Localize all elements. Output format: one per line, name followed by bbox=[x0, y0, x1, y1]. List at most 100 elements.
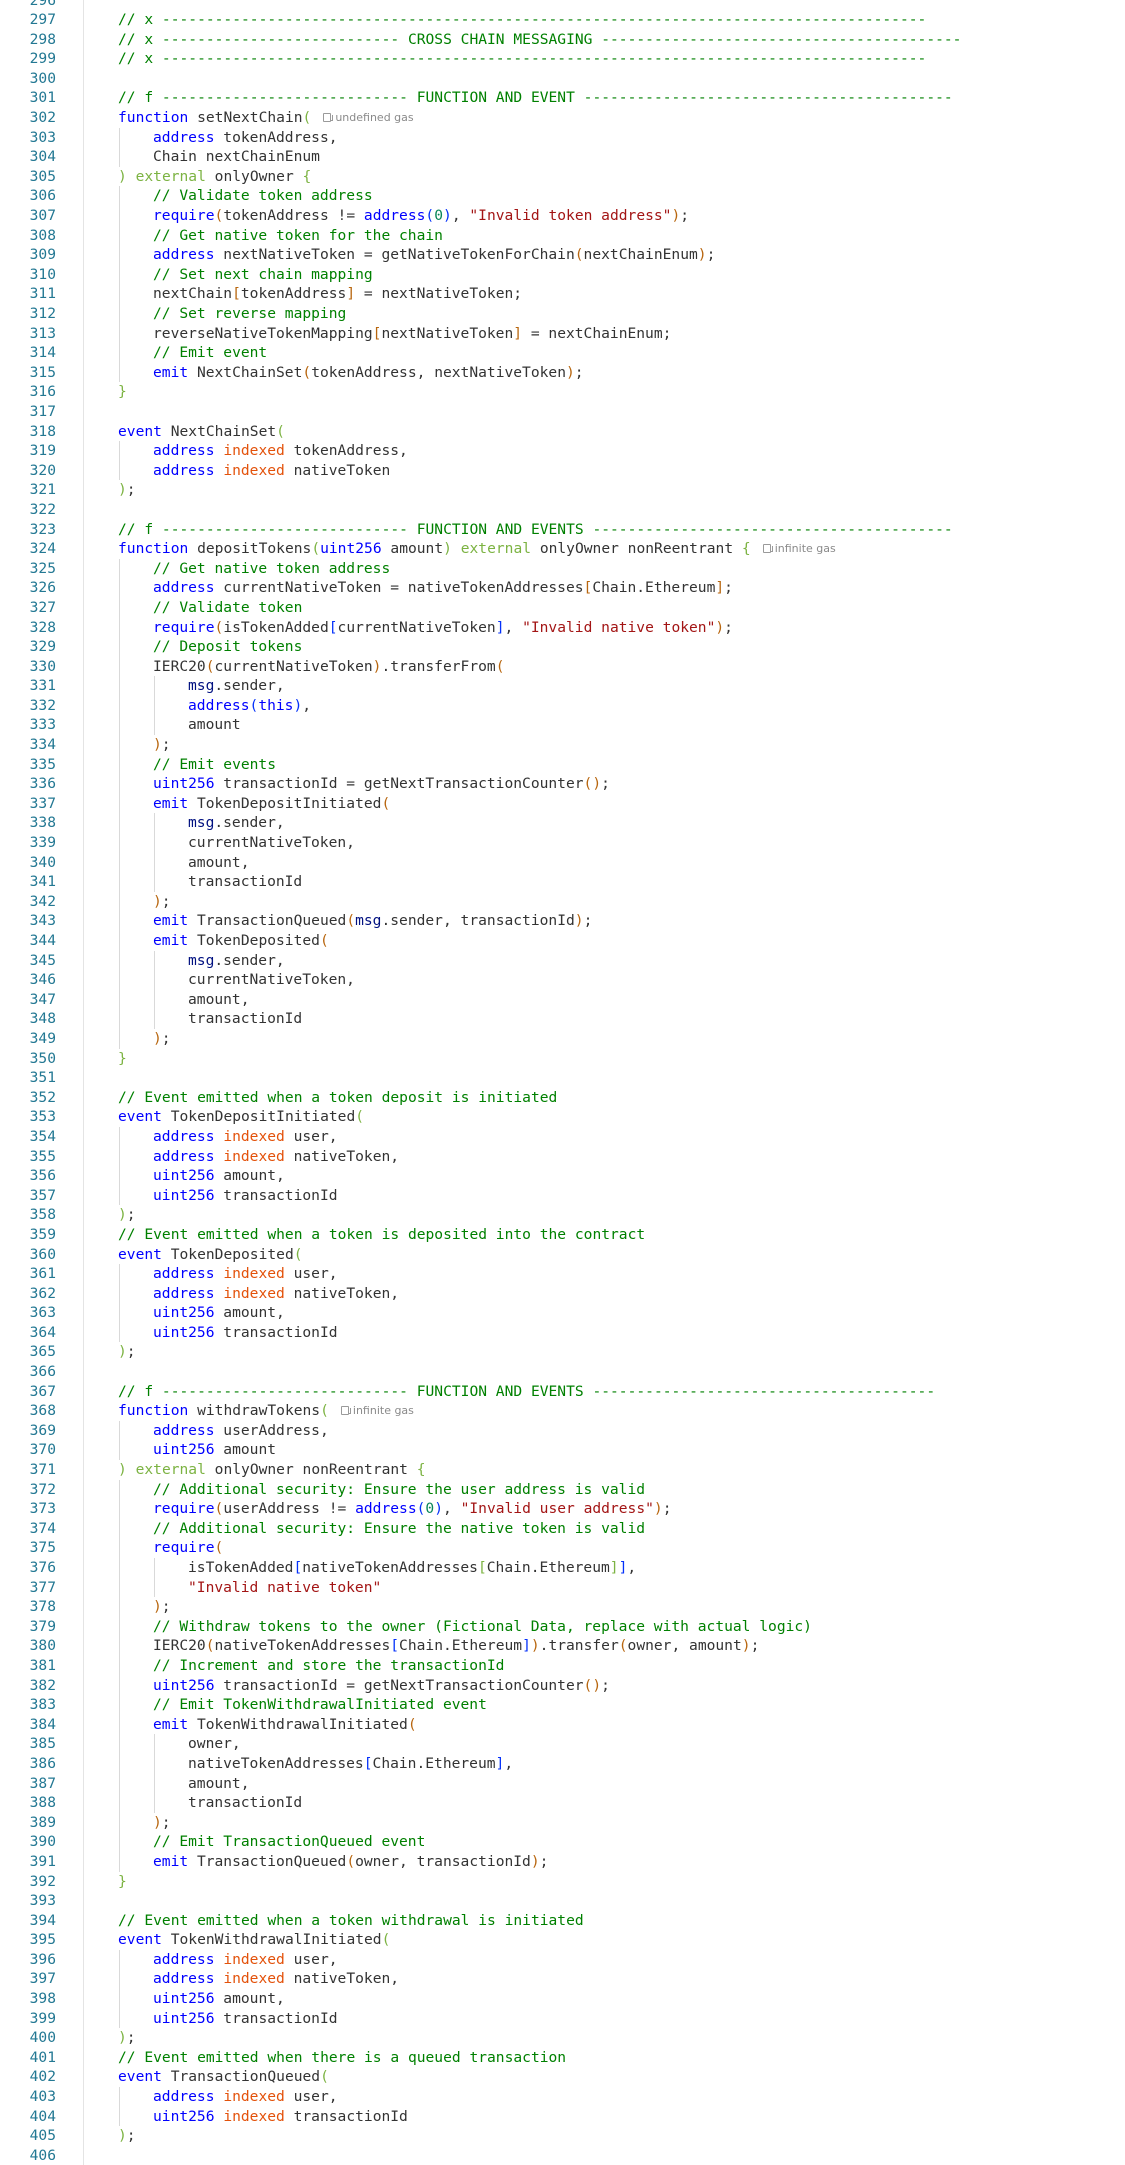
code-line[interactable]: 394 // Event emitted when a token withdra… bbox=[0, 1911, 1125, 1931]
code-line[interactable]: 302 function setNextChain(undefined gas bbox=[0, 108, 1125, 128]
code-line[interactable]: 298 // x --------------------------- CROS… bbox=[0, 30, 1125, 50]
code-line[interactable]: 316} bbox=[0, 382, 1125, 402]
code-line[interactable]: 335 // Emit events bbox=[0, 754, 1125, 775]
code-line[interactable]: 305) external onlyOwner { bbox=[0, 167, 1125, 187]
code-line[interactable]: 405); bbox=[0, 2126, 1125, 2146]
code-line[interactable]: 398 uint256 amount, bbox=[0, 1989, 1125, 2009]
code-line[interactable]: 357 uint256 transactionId bbox=[0, 1185, 1125, 1206]
code-line[interactable]: 366 bbox=[0, 1362, 1125, 1382]
code-line[interactable]: 322 bbox=[0, 500, 1125, 520]
code-line[interactable]: 397 address indexed nativeToken, bbox=[0, 1969, 1125, 1990]
code-line[interactable]: 374 // Additional security: Ensure the na… bbox=[0, 1518, 1125, 1539]
code-line[interactable]: 341 transactionId bbox=[0, 872, 1125, 892]
code-line[interactable]: 350} bbox=[0, 1049, 1125, 1069]
code-line[interactable]: 378); bbox=[0, 1597, 1125, 1617]
gas-estimate-hint[interactable]: infinite gas bbox=[340, 1401, 414, 1421]
code-line[interactable]: 309 address nextNativeToken = getNativeTo… bbox=[0, 245, 1125, 265]
code-line[interactable]: 333 amount bbox=[0, 715, 1125, 736]
code-line[interactable]: 371) external onlyOwner nonReentrant { bbox=[0, 1460, 1125, 1480]
code-line[interactable]: 317 bbox=[0, 402, 1125, 422]
code-line[interactable]: 354 address indexed user, bbox=[0, 1126, 1125, 1147]
code-line[interactable]: 360 event TokenDeposited( bbox=[0, 1245, 1125, 1265]
code-line[interactable]: 361 address indexed user, bbox=[0, 1264, 1125, 1284]
code-line[interactable]: 370 uint256 amount bbox=[0, 1440, 1125, 1461]
code-line[interactable]: 372 // Additional security: Ensure the us… bbox=[0, 1479, 1125, 1500]
code-line[interactable]: 339 currentNativeToken, bbox=[0, 833, 1125, 853]
code-line[interactable]: 307 require(tokenAddress != address(0), "… bbox=[0, 206, 1125, 226]
code-line[interactable]: 306 // Validate token address bbox=[0, 186, 1125, 207]
code-line[interactable]: 392} bbox=[0, 1872, 1125, 1892]
code-line[interactable]: 351 bbox=[0, 1068, 1125, 1088]
code-line[interactable]: 367 // f ---------------------------- FUN… bbox=[0, 1382, 1125, 1402]
code-line[interactable]: 300 bbox=[0, 69, 1125, 89]
code-line[interactable]: 321); bbox=[0, 480, 1125, 500]
code-line[interactable]: 389); bbox=[0, 1812, 1125, 1833]
code-line[interactable]: 347 amount, bbox=[0, 989, 1125, 1010]
code-line[interactable]: 296 bbox=[0, 0, 1125, 10]
code-line[interactable]: 343 emit TransactionQueued(msg.sender, tr… bbox=[0, 911, 1125, 931]
code-line[interactable]: 331 msg.sender, bbox=[0, 676, 1125, 696]
code-line[interactable]: 352 // Event emitted when a token deposit… bbox=[0, 1088, 1125, 1108]
code-line[interactable]: 334); bbox=[0, 735, 1125, 755]
code-line[interactable]: 379 // Withdraw tokens to the owner (Fict… bbox=[0, 1616, 1125, 1637]
code-line[interactable]: 382 uint256 transactionId = getNextTransa… bbox=[0, 1675, 1125, 1696]
code-line[interactable]: 340 amount, bbox=[0, 852, 1125, 873]
code-line[interactable]: 381 // Increment and store the transactio… bbox=[0, 1655, 1125, 1676]
code-line[interactable]: 346 currentNativeToken, bbox=[0, 970, 1125, 990]
gas-estimate-hint[interactable]: undefined gas bbox=[323, 108, 414, 128]
code-line[interactable]: 403 address indexed user, bbox=[0, 2087, 1125, 2107]
code-line[interactable]: 313 reverseNativeTokenMapping[nextNativeT… bbox=[0, 323, 1125, 344]
code-line[interactable]: 342); bbox=[0, 891, 1125, 912]
code-line[interactable]: 387 amount, bbox=[0, 1773, 1125, 1794]
code-line[interactable]: 336 uint256 transactionId = getNextTransa… bbox=[0, 774, 1125, 794]
code-line[interactable]: 329 // Deposit tokens bbox=[0, 637, 1125, 657]
code-line[interactable]: 401 // Event emitted when there is a queu… bbox=[0, 2048, 1125, 2068]
code-line[interactable]: 325 // Get native token address bbox=[0, 558, 1125, 579]
code-line[interactable]: 402 event TransactionQueued( bbox=[0, 2067, 1125, 2087]
code-line[interactable]: 319 address indexed tokenAddress, bbox=[0, 441, 1125, 461]
code-line[interactable]: 356 uint256 amount, bbox=[0, 1166, 1125, 1186]
code-line[interactable]: 345 msg.sender, bbox=[0, 950, 1125, 971]
code-line[interactable]: 349); bbox=[0, 1028, 1125, 1049]
code-line[interactable]: 375 require( bbox=[0, 1538, 1125, 1558]
code-line[interactable]: 391 emit TransactionQueued(owner, transac… bbox=[0, 1851, 1125, 1872]
code-line[interactable]: 384 emit TokenWithdrawalInitiated( bbox=[0, 1714, 1125, 1735]
code-line[interactable]: 326 address currentNativeToken = nativeTo… bbox=[0, 578, 1125, 598]
code-line[interactable]: 308 // Get native token for the chain bbox=[0, 225, 1125, 246]
code-line[interactable]: 324 function depositTokens(uint256 amount… bbox=[0, 539, 1125, 559]
code-line[interactable]: 318 event NextChainSet( bbox=[0, 422, 1125, 442]
code-line[interactable]: 400); bbox=[0, 2028, 1125, 2048]
code-editor[interactable]: 296 297 // x -----------------------------… bbox=[0, 0, 1125, 2165]
code-line[interactable]: 304 Chain nextChainEnum bbox=[0, 147, 1125, 167]
code-line[interactable]: 376 isTokenAdded[nativeTokenAddresses[Cha… bbox=[0, 1558, 1125, 1578]
code-line[interactable]: 399 uint256 transactionId bbox=[0, 2008, 1125, 2029]
code-line[interactable]: 315 emit NextChainSet(tokenAddress, nextN… bbox=[0, 362, 1125, 383]
code-line[interactable]: 404 uint256 indexed transactionId bbox=[0, 2106, 1125, 2127]
code-line[interactable]: 328 require(isTokenAdded[currentNativeTok… bbox=[0, 617, 1125, 638]
code-line[interactable]: 320 address indexed nativeToken bbox=[0, 460, 1125, 481]
code-line[interactable]: 363 uint256 amount, bbox=[0, 1303, 1125, 1323]
code-line[interactable]: 393 bbox=[0, 1891, 1125, 1911]
code-line[interactable]: 327 // Validate token bbox=[0, 597, 1125, 618]
code-line[interactable]: 368 function withdrawTokens(infinite gas bbox=[0, 1401, 1125, 1421]
code-line[interactable]: 395 event TokenWithdrawalInitiated( bbox=[0, 1930, 1125, 1950]
code-line[interactable]: 330 IERC20(currentNativeToken).transferFr… bbox=[0, 656, 1125, 677]
code-line[interactable]: 365); bbox=[0, 1342, 1125, 1362]
code-line[interactable]: 332 address(this), bbox=[0, 695, 1125, 716]
code-line[interactable]: 297 // x --------------------------------… bbox=[0, 10, 1125, 30]
code-line[interactable]: 386 nativeTokenAddresses[Chain.Ethereum], bbox=[0, 1753, 1125, 1774]
code-line[interactable]: 388 transactionId bbox=[0, 1793, 1125, 1813]
code-line[interactable]: 353 event TokenDepositInitiated( bbox=[0, 1107, 1125, 1127]
code-line[interactable]: 299 // x --------------------------------… bbox=[0, 49, 1125, 69]
code-line[interactable]: 364 uint256 transactionId bbox=[0, 1322, 1125, 1343]
code-line[interactable]: 390 // Emit TransactionQueued event bbox=[0, 1832, 1125, 1852]
code-line[interactable]: 355 address indexed nativeToken, bbox=[0, 1146, 1125, 1167]
code-line[interactable]: 338 msg.sender, bbox=[0, 813, 1125, 834]
code-line[interactable]: 369 address userAddress, bbox=[0, 1420, 1125, 1441]
code-line[interactable]: 310 // Set next chain mapping bbox=[0, 264, 1125, 285]
code-line[interactable]: 344 emit TokenDeposited( bbox=[0, 931, 1125, 951]
code-line[interactable]: 362 address indexed nativeToken, bbox=[0, 1283, 1125, 1304]
code-line[interactable]: 312 // Set reverse mapping bbox=[0, 304, 1125, 324]
gas-estimate-hint[interactable]: infinite gas bbox=[762, 539, 836, 559]
code-line[interactable]: 301 // f ---------------------------- FUN… bbox=[0, 88, 1125, 108]
